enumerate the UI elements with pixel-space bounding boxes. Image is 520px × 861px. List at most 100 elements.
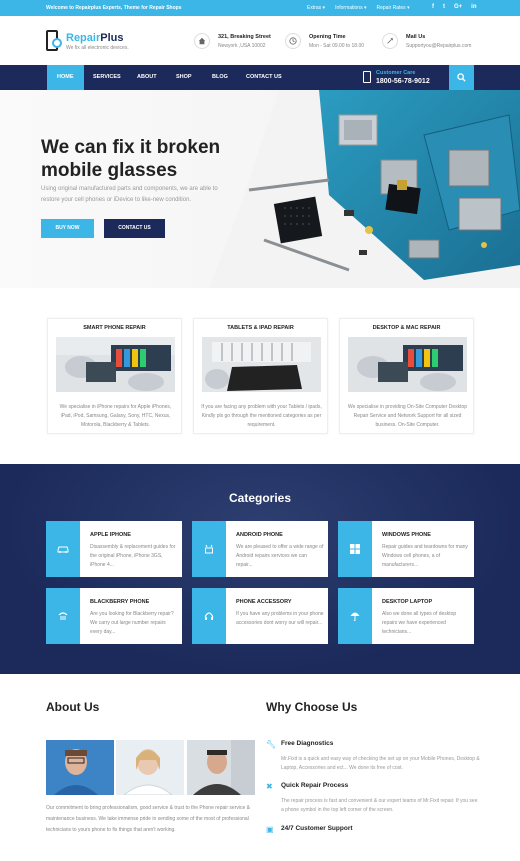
nav-home[interactable]: HOME (47, 65, 84, 90)
hero-banner: We can fix it broken mobile glasses Usin… (0, 90, 520, 288)
address-sub: Newyork ,USA 10002 (218, 43, 266, 49)
umbrella-icon (338, 588, 372, 644)
category-text: If you have any problems in your phone a… (236, 611, 324, 626)
category-text: We are pleased to offer a wide range of … (236, 544, 324, 568)
category-name: PHONE ACCESSORY (236, 599, 292, 605)
category-text: Also we done all types of desktop repair… (382, 611, 457, 635)
car-icon (46, 521, 80, 577)
wrench-icon: 🔧︎ (266, 740, 277, 749)
why-item-title: Free Diagnostics (281, 740, 334, 747)
search-icon (457, 73, 466, 82)
brand-part-a: Repair (66, 32, 101, 44)
service-title: DESKTOP & MAC REPAIR (372, 325, 441, 331)
tools-icon: ✖ (266, 782, 273, 791)
team-photo-1 (46, 740, 114, 795)
clock-icon (285, 33, 301, 49)
hero-circuit-image (209, 90, 520, 288)
address-title: 321, Breaking Street (218, 34, 271, 40)
team-photo-2 (116, 740, 184, 795)
service-image (348, 337, 467, 392)
category-name: ANDROID PHONE (236, 532, 283, 538)
blackberry-icon (46, 588, 80, 644)
windows-icon (338, 521, 372, 577)
headphones-icon (192, 588, 226, 644)
services-section: SMART PHONE REPAIR We specialise in iPho… (0, 288, 520, 436)
phone-icon (363, 71, 371, 83)
service-title: SMART PHONE REPAIR (83, 325, 146, 331)
linkedin-icon[interactable]: in (471, 4, 476, 10)
service-card-desktop[interactable]: DESKTOP & MAC REPAIR We specialise in pr… (339, 318, 474, 434)
top-link-extras[interactable]: Extras (307, 5, 325, 11)
hero-title: We can fix it broken mobile glasses (41, 137, 221, 181)
category-desktop-laptop[interactable]: DESKTOP LAPTOP Also we done all types of… (338, 588, 474, 644)
category-apple-iphone[interactable]: APPLE IPHONE Disassembly & replacement g… (46, 521, 182, 577)
about-title: About Us (46, 700, 100, 714)
care-label: Customer Care (376, 70, 416, 76)
brand-part-b: Plus (100, 32, 124, 44)
contact-us-button[interactable]: CONTACT US (104, 219, 165, 238)
why-item-title: Quick Repair Process (281, 782, 349, 789)
top-links: Extras Informations Repair Rates (307, 5, 410, 11)
team-photo-3 (187, 740, 255, 795)
category-text: Are you looking for Blackberry repair? W… (90, 611, 174, 635)
hero-text: Using original manufactured parts and co… (41, 186, 218, 203)
service-image (202, 337, 321, 392)
nav-services[interactable]: SERVICES (83, 65, 131, 90)
home-icon (194, 33, 210, 49)
service-title: TABLETS & IPAD REPAIR (227, 325, 294, 331)
search-button[interactable] (449, 65, 474, 90)
mail-sub[interactable]: Supportyou@Repairplus.com (406, 43, 471, 49)
support-icon: ▣ (266, 825, 274, 834)
nav-about[interactable]: ABOUT (127, 65, 167, 90)
why-item-title: 24/7 Customer Support (281, 825, 353, 832)
nav-blog[interactable]: BLOG (202, 65, 238, 90)
mail-info: Mail Us Supportyou@Repairplus.com (382, 33, 471, 49)
brand-logo[interactable]: RepairPlus (66, 32, 123, 44)
nav-shop[interactable]: SHOP (166, 65, 202, 90)
care-phone: 1800-56-78-9012 (376, 78, 430, 85)
tagline: We fix all electronic devices. (66, 45, 129, 51)
service-card-smartphone[interactable]: SMART PHONE REPAIR We specialise in iPho… (47, 318, 182, 434)
mail-title: Mail Us (406, 34, 426, 40)
nav-contact[interactable]: CONTACT US (236, 65, 292, 90)
opening-title: Opening Time (309, 34, 346, 40)
category-name: APPLE IPHONE (90, 532, 131, 538)
category-android-phone[interactable]: ANDROID PHONE We are pleased to offer a … (192, 521, 328, 577)
service-card-tablets[interactable]: TABLETS & IPAD REPAIR If you are facing … (193, 318, 328, 434)
category-windows-phone[interactable]: WINDOWS PHONE Repair guides and teardown… (338, 521, 474, 577)
facebook-icon[interactable]: f (432, 4, 434, 10)
category-text: Repair guides and teardowns for many Win… (382, 544, 468, 568)
service-text: We specialise in iPhone repairs for Appl… (59, 404, 172, 428)
service-text: We specialise in providing On-Site Compu… (347, 404, 468, 428)
top-link-informations[interactable]: Informations (335, 5, 366, 11)
logo-icon[interactable] (46, 30, 62, 51)
google-plus-icon[interactable]: G+ (454, 4, 462, 10)
categories-section: Categories APPLE IPHONE Disassembly & re… (0, 464, 520, 674)
twitter-icon[interactable]: t (443, 4, 445, 10)
mail-icon (382, 33, 398, 49)
categories-title: Categories (228, 491, 292, 505)
category-name: BLACKBERRY PHONE (90, 599, 150, 605)
site-header: RepairPlus We fix all electronic devices… (0, 16, 520, 65)
category-text: Disassembly & replacement guides for the… (90, 544, 176, 568)
top-link-repair-rates[interactable]: Repair Rates (377, 5, 410, 11)
customer-care[interactable]: Customer Care 1800-56-78-9012 (363, 69, 443, 87)
android-icon (192, 521, 226, 577)
service-text: If you are facing any problem with your … (201, 404, 322, 428)
why-item-text: Mr.Fixit is a quick and easy way of chec… (281, 756, 480, 771)
category-blackberry-phone[interactable]: BLACKBERRY PHONE Are you looking for Bla… (46, 588, 182, 644)
category-phone-accessory[interactable]: PHONE ACCESSORY If you have any problems… (192, 588, 328, 644)
about-text: Our commitment to bring professionalism,… (46, 805, 250, 833)
opening-info: Opening Time Mon - Sat 09.00 to 18.00 (285, 33, 364, 49)
address-info: 321, Breaking Street Newyork ,USA 10002 (194, 33, 271, 49)
opening-sub: Mon - Sat 09.00 to 18.00 (309, 43, 365, 49)
why-title: Why Choose Us (266, 700, 358, 714)
why-item-text: The repair process is fast and convenien… (281, 798, 478, 813)
buy-now-button[interactable]: BUY NOW (41, 219, 94, 238)
social-links: f t G+ in (432, 4, 477, 10)
main-nav: HOME SERVICES ABOUT SHOP BLOG CONTACT US… (0, 65, 520, 90)
category-name: WINDOWS PHONE (382, 532, 431, 538)
top-bar: Welcome to Repairplus Experts, Theme for… (0, 0, 520, 16)
category-name: DESKTOP LAPTOP (382, 599, 433, 605)
service-image (56, 337, 175, 392)
